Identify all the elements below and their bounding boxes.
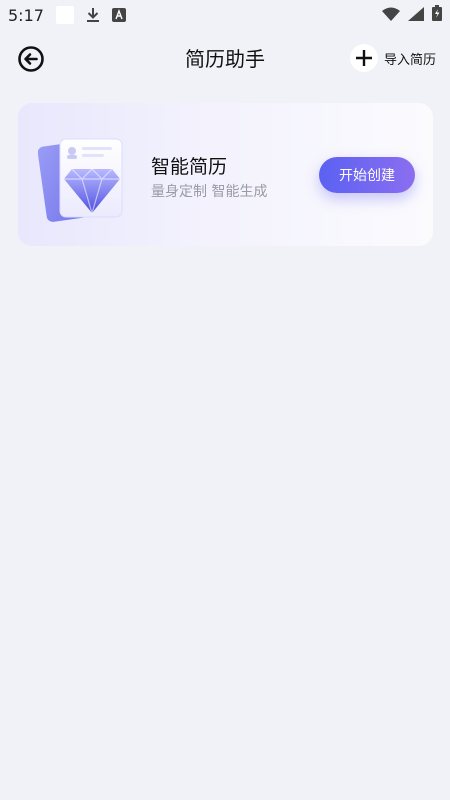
status-time: 5:17 bbox=[8, 5, 44, 25]
app-header: 简历助手 导入简历 bbox=[0, 30, 450, 86]
plus-icon bbox=[349, 44, 378, 72]
blank-notification-icon bbox=[55, 6, 74, 24]
status-bar: 5:17 bbox=[0, 0, 450, 30]
a-letter-icon bbox=[111, 8, 126, 22]
start-create-button[interactable]: 开始创建 bbox=[319, 157, 415, 193]
battery-icon bbox=[432, 5, 442, 25]
import-resume-button[interactable]: 导入简历 bbox=[349, 42, 436, 74]
card-title: 智能简历 bbox=[151, 156, 228, 178]
smart-resume-card[interactable]: 智能简历 量身定制 智能生成 开始创建 bbox=[18, 103, 433, 246]
card-subtitle: 量身定制 智能生成 bbox=[151, 184, 268, 200]
import-resume-label: 导入简历 bbox=[383, 52, 436, 68]
resume-diamond-illustration bbox=[37, 133, 138, 225]
wifi-icon bbox=[382, 6, 400, 25]
signal-icon bbox=[408, 6, 424, 25]
download-icon bbox=[86, 7, 100, 23]
status-right bbox=[382, 5, 442, 25]
